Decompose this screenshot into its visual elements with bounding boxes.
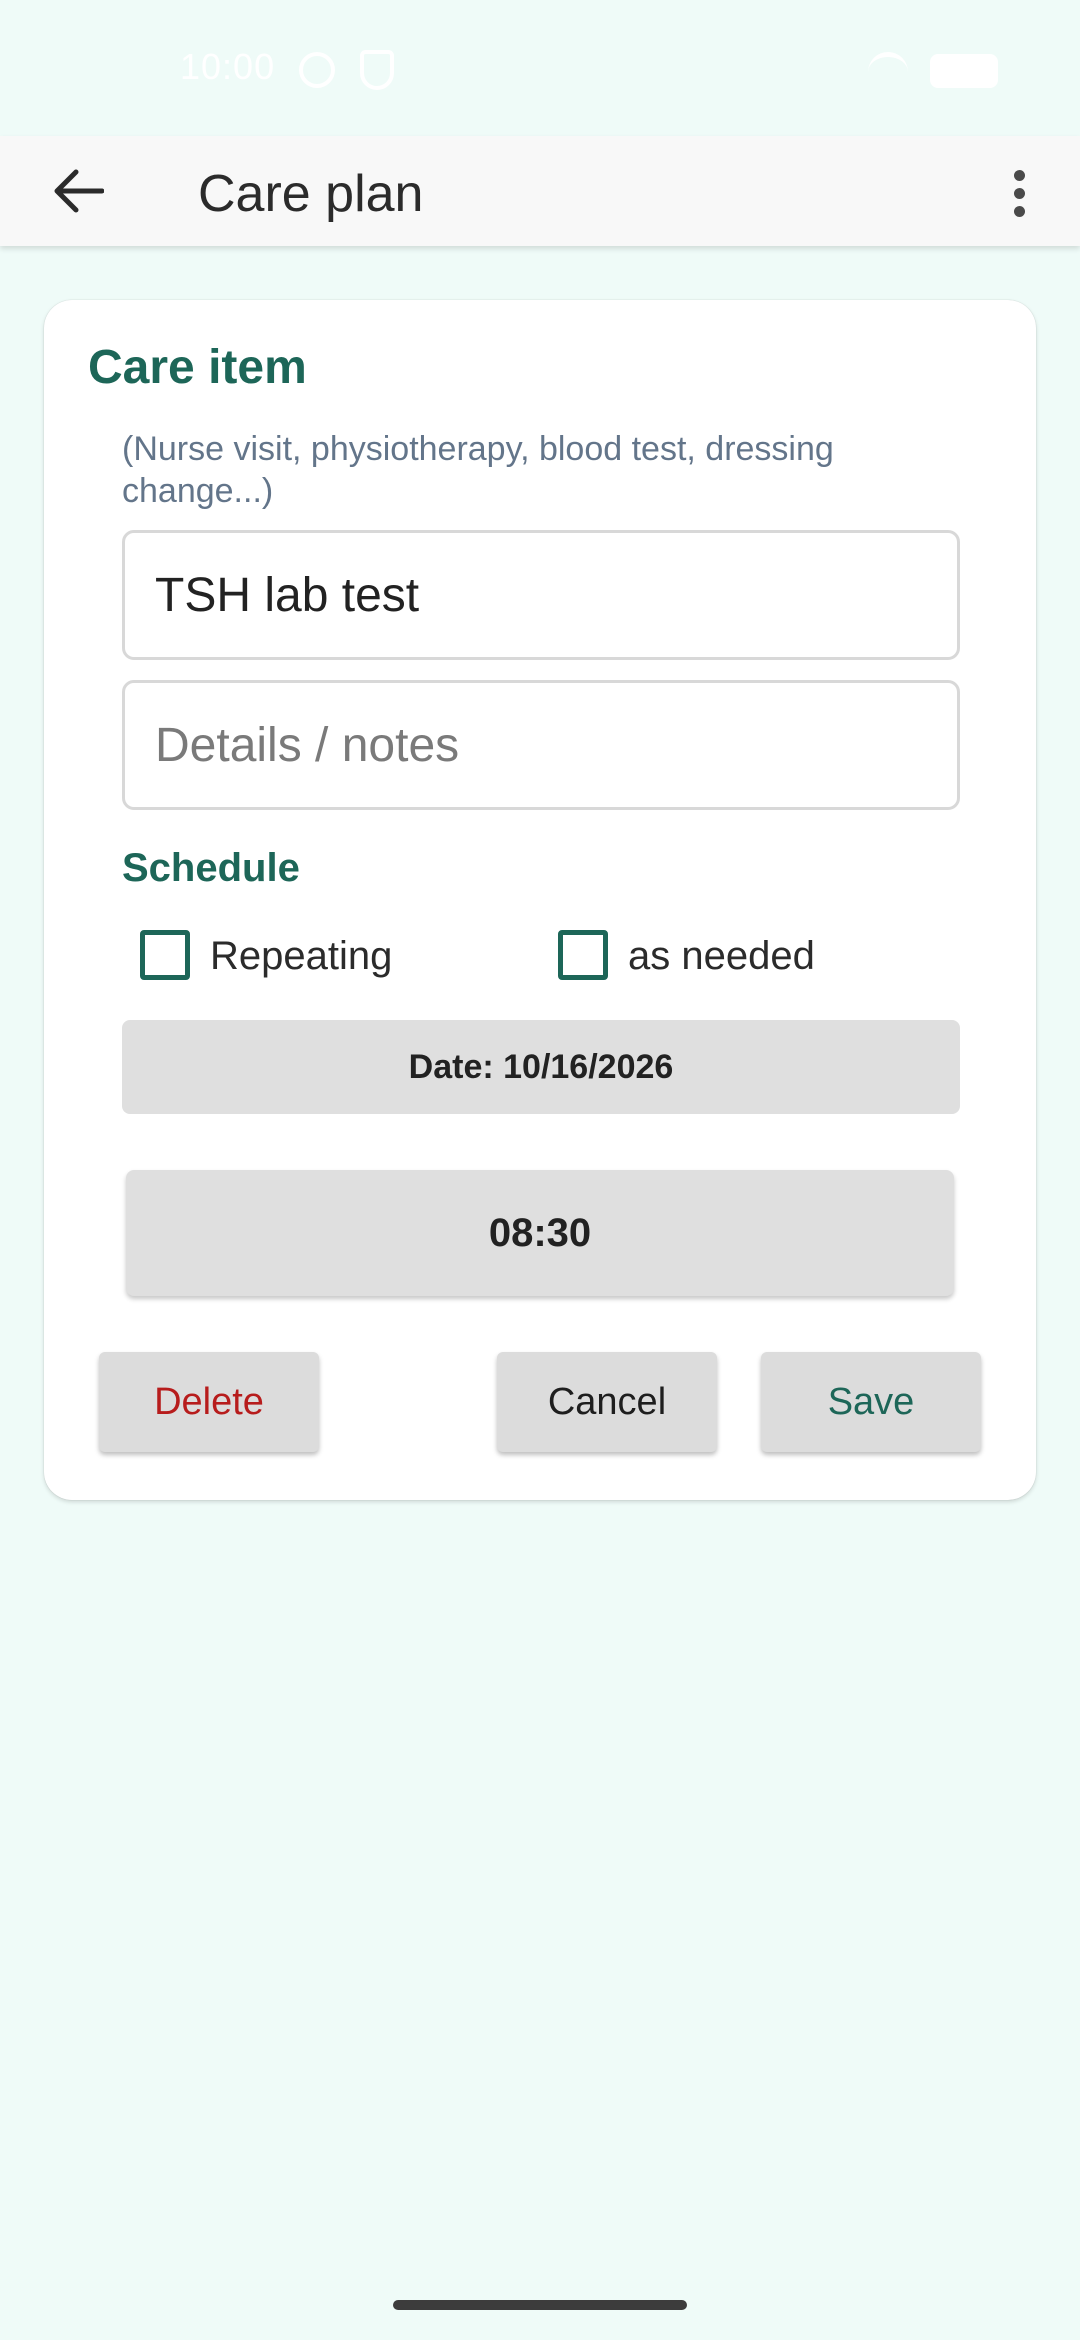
- as-needed-checkbox[interactable]: as needed: [558, 930, 858, 986]
- cancel-button[interactable]: Cancel: [497, 1352, 717, 1452]
- schedule-title: Schedule: [122, 846, 300, 890]
- checkbox-unchecked-icon[interactable]: [558, 930, 608, 980]
- status-bar: 10:00: [0, 0, 1080, 136]
- shield-icon: [360, 50, 394, 90]
- info-icon: [299, 52, 335, 88]
- more-vert-icon[interactable]: [994, 158, 1044, 228]
- date-button[interactable]: Date: 10/16/2026: [122, 1020, 960, 1114]
- arrow-back-icon: [54, 169, 104, 213]
- wifi-icon: [868, 52, 908, 80]
- repeating-checkbox[interactable]: Repeating: [140, 930, 440, 986]
- care-item-hint: (Nurse visit, physiotherapy, blood test,…: [122, 430, 834, 510]
- as-needed-label: as needed: [628, 934, 815, 978]
- status-time: 10:00: [180, 46, 276, 87]
- time-button[interactable]: 08:30: [126, 1170, 954, 1296]
- app-bar: Care plan: [0, 136, 1080, 246]
- care-item-name-input[interactable]: [122, 530, 960, 660]
- battery-icon: [930, 54, 998, 88]
- page-title: Care plan: [198, 165, 424, 223]
- care-item-card: Care item (Nurse visit, physiotherapy, b…: [44, 300, 1036, 1500]
- home-indicator[interactable]: [393, 2300, 687, 2310]
- repeating-label: Repeating: [210, 934, 393, 978]
- delete-button[interactable]: Delete: [99, 1352, 319, 1452]
- card-title: Care item: [88, 341, 307, 394]
- back-button[interactable]: [38, 154, 118, 228]
- save-button[interactable]: Save: [761, 1352, 981, 1452]
- checkbox-unchecked-icon[interactable]: [140, 930, 190, 980]
- details-notes-input[interactable]: [122, 680, 960, 810]
